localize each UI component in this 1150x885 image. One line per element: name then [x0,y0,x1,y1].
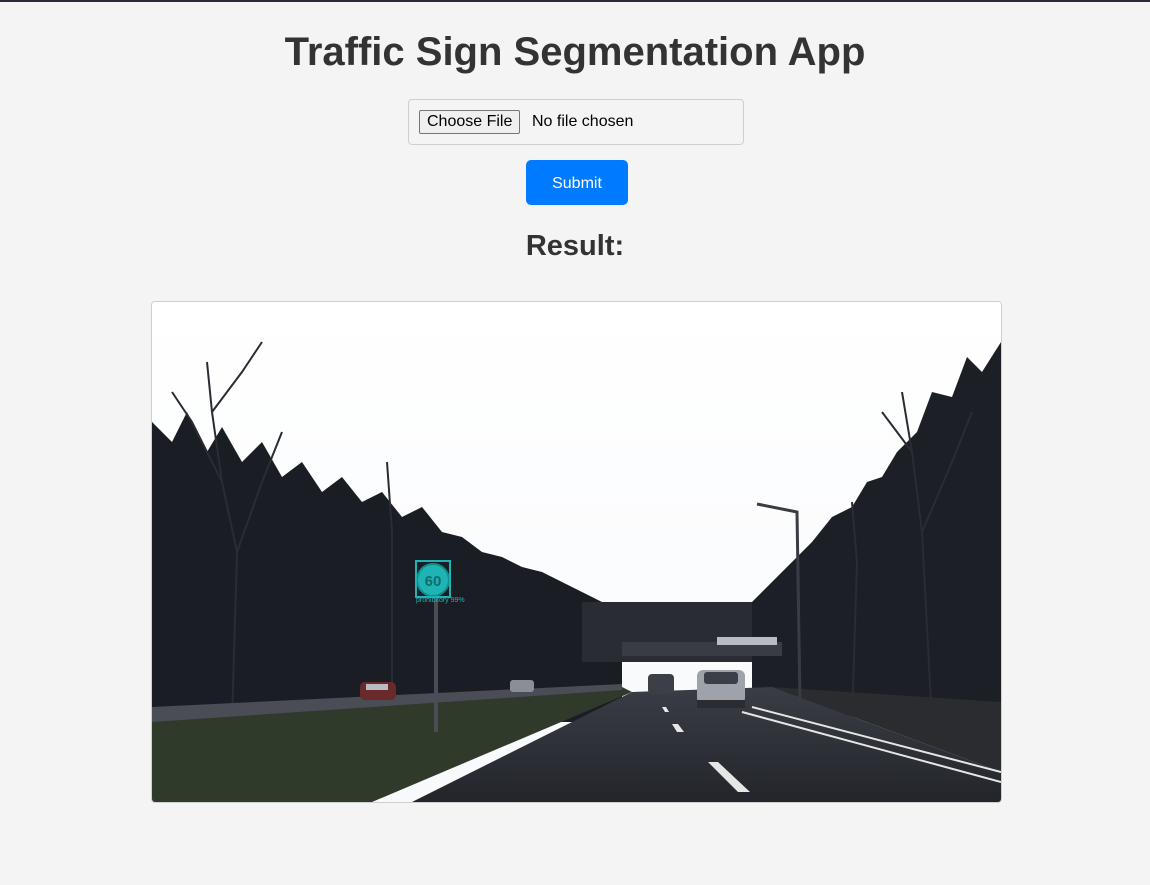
road-scene-image: 60 prohibitory 99% [152,302,1001,802]
result-image: 60 prohibitory 99% [151,301,1002,803]
car-small [510,680,534,692]
file-status-text: No file chosen [532,113,634,130]
choose-file-button[interactable]: Choose File [419,110,521,134]
submit-button[interactable]: Submit [526,160,628,205]
result-heading: Result: [525,230,625,262]
detection-label: prohibitory 99% [416,597,465,604]
car-dark [648,674,674,694]
car-red [360,682,396,700]
page-title: Traffic Sign Segmentation App [284,30,866,74]
bridge-train [717,637,777,645]
traffic-sign-text: 60 [425,573,442,590]
file-upload-box[interactable]: Choose File No file chosen [408,99,744,145]
sign-pole [434,597,438,732]
car-silver [697,670,745,708]
